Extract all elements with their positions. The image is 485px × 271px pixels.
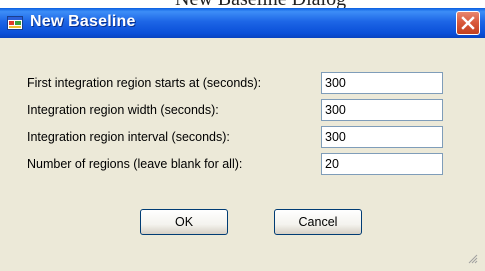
new-baseline-dialog: New Baseline First integration region st… (0, 8, 485, 271)
close-button[interactable] (456, 11, 480, 35)
start-time-label: First integration region starts at (seco… (27, 76, 262, 90)
region-width-input[interactable] (321, 99, 443, 121)
region-count-label: Number of regions (leave blank for all): (27, 157, 243, 171)
region-interval-label: Integration region interval (seconds): (27, 130, 230, 144)
resize-grip-icon[interactable] (466, 252, 478, 264)
dialog-body: First integration region starts at (seco… (4, 38, 481, 267)
region-width-label: Integration region width (seconds): (27, 103, 219, 117)
app-window-icon (7, 16, 23, 30)
region-count-input[interactable] (321, 153, 443, 175)
start-time-input[interactable] (321, 72, 443, 94)
dialog-title: New Baseline (30, 13, 136, 30)
ok-button[interactable]: OK (140, 209, 228, 235)
cropped-caption-text: New Baseline Dialog (175, 0, 346, 8)
region-interval-input[interactable] (321, 126, 443, 148)
cancel-button[interactable]: Cancel (274, 209, 362, 235)
close-icon (461, 16, 475, 30)
title-bar[interactable]: New Baseline (0, 8, 485, 38)
cropped-caption-strip: New Baseline Dialog (0, 0, 485, 8)
